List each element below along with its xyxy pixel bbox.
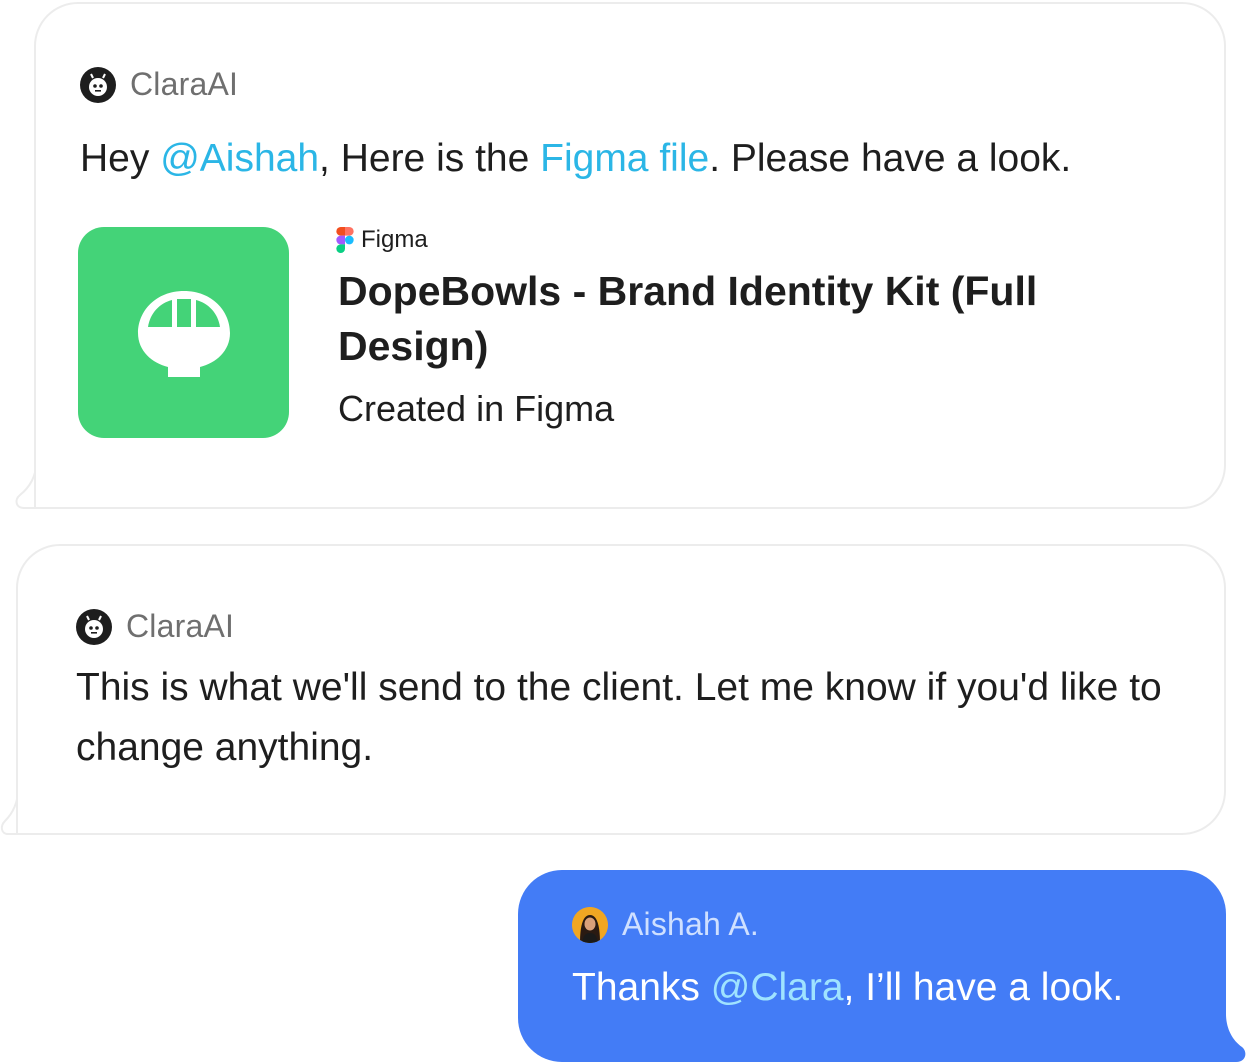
sender-name: ClaraAI	[126, 608, 235, 644]
attachment-source-label: Figma	[361, 226, 428, 253]
person-icon	[572, 906, 608, 943]
message-text-segment: . Please have a look.	[709, 137, 1072, 180]
attachment-title[interactable]: DopeBowls - Brand Identity Kit (Full Des…	[338, 264, 1118, 374]
figma-icon	[336, 227, 354, 253]
message-text-segment: , I’ll have a look.	[843, 966, 1124, 1009]
mention-aishah[interactable]: @Aishah	[160, 137, 319, 180]
message-text-segment: Hey	[80, 137, 161, 180]
figma-file-link[interactable]: Figma file	[540, 137, 709, 180]
message-sender: Aishah A.	[572, 906, 759, 943]
mention-clara[interactable]: @Clara	[711, 966, 844, 1009]
message-bubble-aishah: Aishah A. Thanks @Clara, I’ll have a loo…	[518, 870, 1226, 1062]
message-text: Hey @Aishah, Here is the Figma file. Ple…	[80, 129, 1071, 189]
file-thumbnail[interactable]	[78, 227, 289, 438]
message-sender: ClaraAI	[80, 66, 238, 103]
bot-avatar-icon	[80, 66, 116, 103]
message-text: Thanks @Clara, I’ll have a look.	[572, 958, 1123, 1018]
sender-name: ClaraAI	[130, 66, 239, 102]
attachment-source: Figma	[336, 226, 428, 254]
message-sender: ClaraAI	[76, 608, 234, 645]
sender-name: Aishah A.	[622, 906, 760, 942]
attachment-subtitle: Created in Figma	[338, 388, 615, 429]
user-avatar	[572, 906, 608, 943]
message-text: This is what we'll send to the client. L…	[76, 666, 1162, 769]
bowl-logo-icon	[137, 290, 230, 377]
message-text-segment: Thanks	[572, 966, 711, 1009]
bot-avatar-icon	[76, 608, 112, 645]
message-bubble-clara-2: ClaraAI This is what we'll send to the c…	[16, 544, 1226, 835]
message-text-segment: , Here is the	[319, 137, 541, 180]
